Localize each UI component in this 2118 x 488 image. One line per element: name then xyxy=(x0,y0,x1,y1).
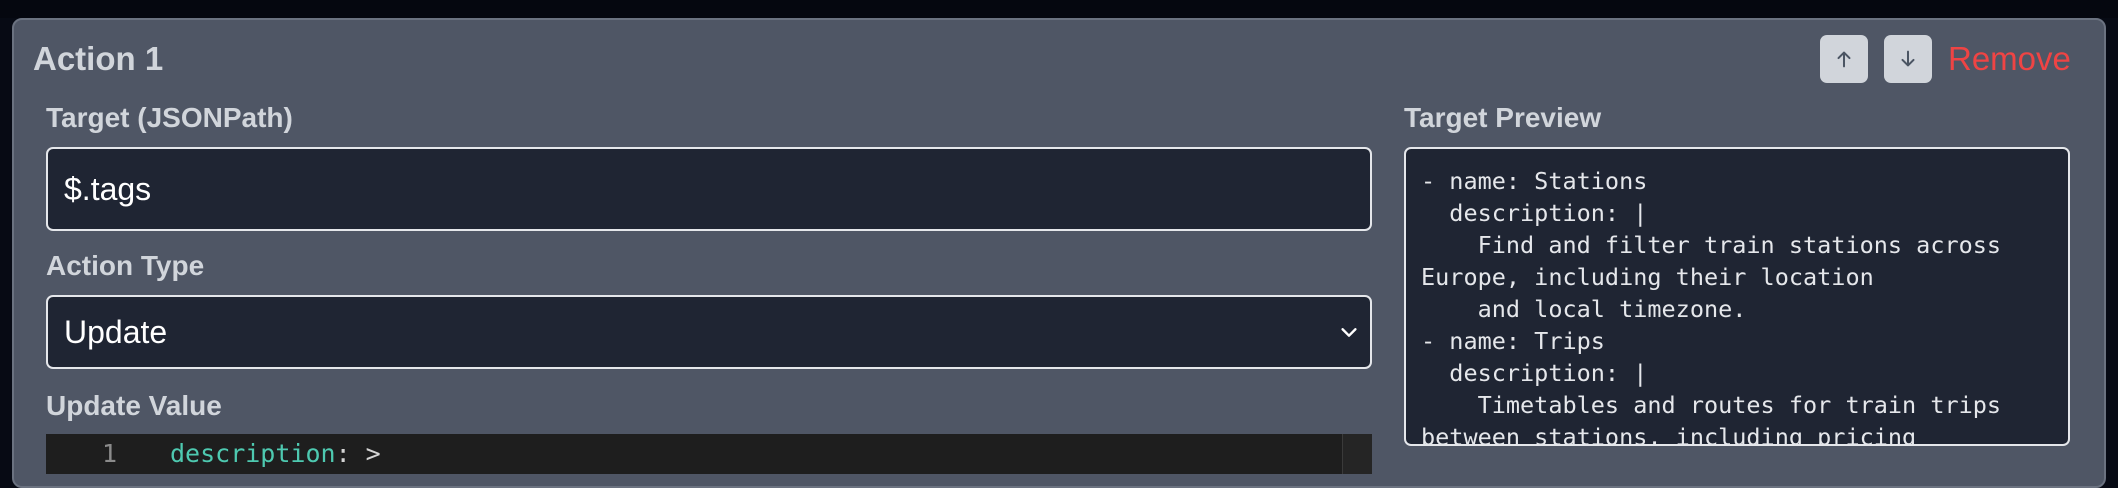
target-input[interactable]: $.tags xyxy=(46,147,1372,231)
remove-button[interactable]: Remove xyxy=(1948,40,2071,78)
arrow-down-icon xyxy=(1901,50,1915,67)
target-preview[interactable]: - name: Stations description: | Find and… xyxy=(1404,147,2070,446)
target-preview-label: Target Preview xyxy=(1404,102,1602,133)
action-type-select[interactable]: Update xyxy=(46,295,1372,369)
action-type-selected: Update xyxy=(64,313,168,350)
move-up-button[interactable] xyxy=(1820,35,1868,83)
update-value-editor[interactable]: 1 description: > xyxy=(46,434,1372,474)
action-title: Action 1 xyxy=(33,40,164,77)
chevron-down-icon xyxy=(1341,328,1357,337)
code-line: description: > xyxy=(170,439,381,468)
top-strip xyxy=(0,0,2118,18)
yaml-rest: : > xyxy=(335,439,381,468)
move-down-button[interactable] xyxy=(1884,35,1932,83)
arrow-up-icon xyxy=(1837,51,1851,68)
yaml-key: description xyxy=(170,439,336,468)
action-type-label: Action Type xyxy=(46,250,205,281)
editor-gutter: 1 xyxy=(46,434,176,474)
line-number: 1 xyxy=(102,439,118,468)
update-value-label: Update Value xyxy=(46,390,222,421)
editor-scrollbar[interactable] xyxy=(1342,434,1372,474)
target-label: Target (JSONPath) xyxy=(46,102,293,133)
target-input-value: $.tags xyxy=(64,170,152,207)
target-preview-text: - name: Stations description: | Find and… xyxy=(1421,167,2002,446)
